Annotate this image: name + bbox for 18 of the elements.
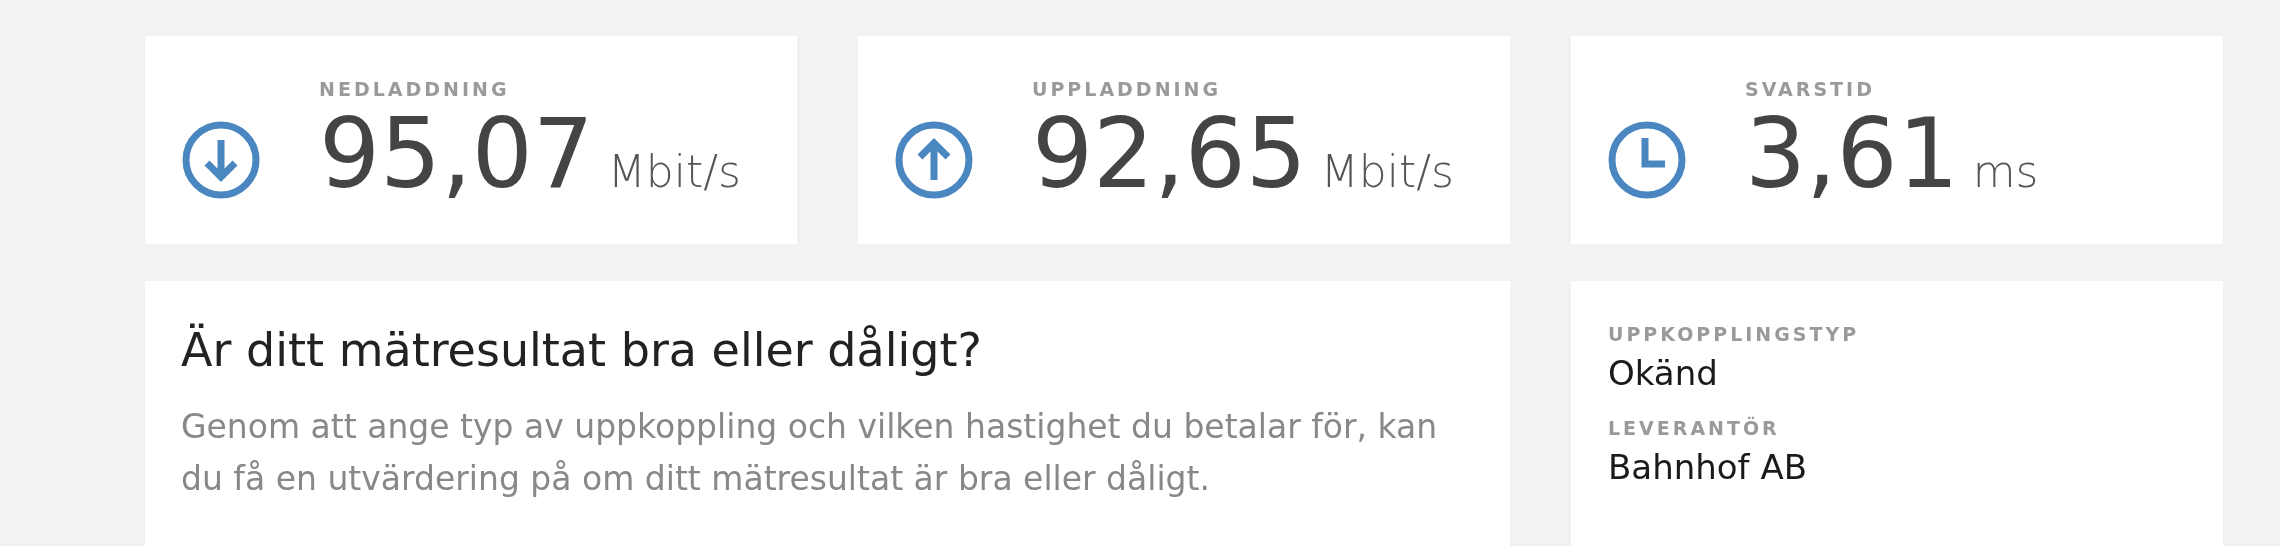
detail-label: UPPKOPPLINGSTYP	[1608, 323, 1861, 345]
detail-value: Okänd	[1608, 353, 1719, 393]
upload-icon	[894, 120, 974, 200]
metric-label: SVARSTID	[1745, 78, 1876, 100]
metric-label: UPPLADDNING	[1032, 78, 1223, 100]
metric-value: 3,61	[1745, 106, 1959, 202]
metric-unit: Mbit/s	[607, 146, 741, 197]
detail-label: LEVERANTÖR	[1608, 417, 1781, 439]
metric-value: 92,65	[1032, 106, 1307, 202]
metric-value: 95,07	[319, 106, 594, 202]
download-icon	[181, 120, 261, 200]
section-heading: Är ditt mätresultat bra eller dåligt?	[181, 323, 983, 377]
metric-label: NEDLADDNING	[319, 78, 511, 100]
description-text: Genom att ange typ av uppkoppling och vilken hastighet du betalar för, kan du få en utvärdering på om ditt mätresultat är bra eller dåligt.	[181, 406, 1439, 500]
metric-unit: Mbit/s	[1320, 146, 1454, 197]
detail-value: Bahnhof AB	[1608, 447, 1808, 487]
clock-icon	[1607, 120, 1687, 200]
metric-unit: ms	[1972, 146, 2039, 197]
